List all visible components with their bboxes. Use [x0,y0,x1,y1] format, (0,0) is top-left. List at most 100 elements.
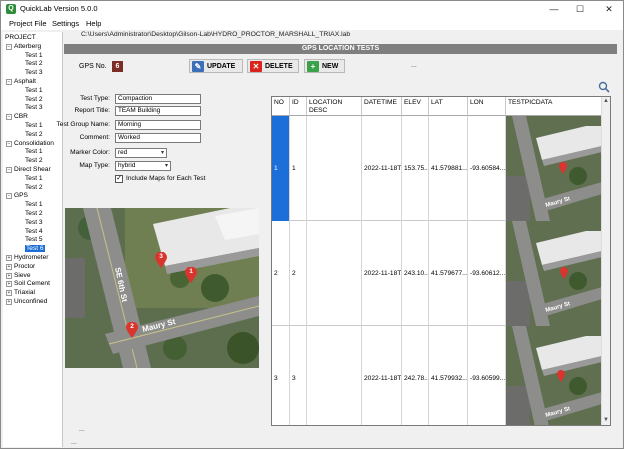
cell-id[interactable]: 2 [290,221,307,326]
tree-item-asphalt-1[interactable]: Test 1 [25,86,43,95]
marker-color-select[interactable]: red ▾ [115,148,167,158]
tree-item-consolidation-2[interactable]: Test 2 [25,156,43,165]
update-button[interactable]: ✎ UPDATE [189,59,243,73]
tree-group-gps[interactable]: − GPS [6,191,28,200]
delete-button[interactable]: ✕ DELETE [247,59,299,73]
tree-group-cbr[interactable]: − CBR [6,112,28,121]
collapse-icon[interactable]: − [6,79,12,85]
map-marker-2[interactable]: 2 [126,321,138,340]
menu-settings[interactable]: Settings [52,19,79,28]
cell-lat[interactable]: 41.579677... [429,221,468,326]
satellite-map[interactable]: SE 6th St Maury St 3 1 2 [65,208,259,368]
table-row[interactable]: 3 3 2022-11-18T0 242.78... 41.579932... -93.6… [272,326,602,425]
column-header-no[interactable]: NO [272,97,290,116]
cell-testpicdata-map-thumbnail[interactable]: Maury St [506,116,602,221]
cell-id[interactable]: 1 [290,116,307,221]
collapse-icon[interactable]: − [6,114,12,121]
tree-group-unconfined[interactable]: + Unconfined [6,297,47,306]
tree-item-gps-6[interactable]: Test 6 [25,244,45,253]
expand-icon[interactable]: + [6,281,12,288]
column-header-elev[interactable]: ELEV [402,97,429,116]
column-header-testpicdata[interactable]: TESTPICDATA [506,97,602,116]
cell-no[interactable]: 2 [272,221,290,326]
cell-lon[interactable]: -93.60612... [468,221,506,326]
map-marker-1[interactable]: 1 [185,266,197,285]
tree-item-atterberg-3[interactable]: Test 3 [25,68,43,77]
tree-item-gps-2[interactable]: Test 2 [25,209,43,218]
map-type-select[interactable]: hybrid ▾ [115,161,171,171]
new-button[interactable]: + NEW [304,59,345,73]
tree-group-asphalt[interactable]: − Asphalt [6,77,36,86]
expand-icon[interactable]: + [6,263,12,270]
column-header-lon[interactable]: LON [468,97,506,116]
tree-group-triaxial[interactable]: + Triaxial [6,288,35,297]
table-row[interactable]: 1 1 2022-11-18T0 153.75... 41.579881... -93.6… [272,116,602,221]
collapse-icon[interactable]: − [6,193,12,200]
tree-item-gps-5[interactable]: Test 5 [25,235,43,244]
cell-desc[interactable] [307,221,362,326]
tree-item-cbr-1[interactable]: Test 1 [25,121,43,130]
tree-group-atterberg[interactable]: − Atterberg [6,42,41,51]
report-title-field[interactable]: TEAM Building [115,106,201,116]
tree-item-asphalt-2[interactable]: Test 2 [25,95,43,104]
cell-elev[interactable]: 242.78... [402,326,429,425]
tree-item-direct-shear-2[interactable]: Test 2 [25,183,43,192]
tree-group-consolidation[interactable]: − Consolidation [6,139,54,148]
tree-item-gps-1[interactable]: Test 1 [25,200,43,209]
cell-lat[interactable]: 41.579881... [429,116,468,221]
cell-lon[interactable]: -93.60584... [468,116,506,221]
table-row[interactable]: 2 2 2022-11-18T0 243.10... 41.579677... -93.6… [272,221,602,326]
expand-icon[interactable]: + [6,255,12,261]
cell-datetime[interactable]: 2022-11-18T0 [362,221,402,326]
cell-no[interactable]: 1 [272,116,290,221]
tree-group-direct-shear[interactable]: − Direct Shear [6,165,51,174]
cell-testpicdata-map-thumbnail[interactable]: Maury St [506,326,602,425]
test-group-field[interactable]: Morning [115,120,201,130]
column-header-location-desc[interactable]: LOCATION DESC [307,97,362,116]
tree-item-cbr-2[interactable]: Test 2 [25,130,43,139]
cell-lat[interactable]: 41.579932... [429,326,468,425]
tree-item-gps-4[interactable]: Test 4 [25,227,43,236]
cell-desc[interactable] [307,116,362,221]
tree-group-soil-cement[interactable]: + Soil Cement [6,279,50,288]
menu-help[interactable]: Help [86,19,101,28]
cell-datetime[interactable]: 2022-11-18T0 [362,326,402,425]
tree-group-proctor[interactable]: + Proctor [6,262,35,271]
scroll-up-icon[interactable]: ▲ [602,97,610,106]
cell-elev[interactable]: 243.10... [402,221,429,326]
expand-icon[interactable]: + [6,299,12,305]
search-icon[interactable] [598,81,610,93]
vertical-scrollbar[interactable]: ▲ ▼ [601,97,610,425]
tree-item-gps-3[interactable]: Test 3 [25,218,43,227]
column-header-lat[interactable]: LAT [429,97,468,116]
column-header-datetime[interactable]: DATETIME [362,97,402,116]
expand-icon[interactable]: + [6,272,12,279]
cell-lon[interactable]: -93.60599... [468,326,506,425]
scroll-down-icon[interactable]: ▼ [602,416,610,425]
tree-item-asphalt-3[interactable]: Test 3 [25,103,43,112]
include-maps-checkbox[interactable]: ✓ [115,175,123,183]
cell-no[interactable]: 3 [272,326,290,425]
expand-icon[interactable]: + [6,290,12,297]
collapse-icon[interactable]: − [6,167,12,173]
menu-project-file[interactable]: Project File [9,19,47,28]
column-header-id[interactable]: ID [290,97,307,116]
tree-item-direct-shear-1[interactable]: Test 1 [25,174,43,183]
tree-root-project[interactable]: PROJECT [5,33,36,42]
cell-desc[interactable] [307,326,362,425]
tree-group-hydrometer[interactable]: + Hydrometer [6,253,48,262]
test-type-field[interactable]: Compaction [115,94,201,104]
comment-field[interactable]: Worked [115,133,201,143]
tree-item-consolidation-1[interactable]: Test 1 [25,147,43,156]
collapse-icon[interactable]: − [6,140,12,147]
map-marker-3[interactable]: 3 [155,251,167,270]
tree-group-sieve[interactable]: + Sieve [6,271,31,280]
cell-datetime[interactable]: 2022-11-18T0 [362,116,402,221]
tree-item-atterberg-2[interactable]: Test 2 [25,59,43,68]
minimize-button[interactable]: — [541,1,567,17]
collapse-icon[interactable]: − [6,43,12,50]
cell-elev[interactable]: 153.75... [402,116,429,221]
cell-id[interactable]: 3 [290,326,307,425]
tree-item-atterberg-1[interactable]: Test 1 [25,51,43,60]
cell-testpicdata-map-thumbnail[interactable]: Maury St [506,221,602,326]
